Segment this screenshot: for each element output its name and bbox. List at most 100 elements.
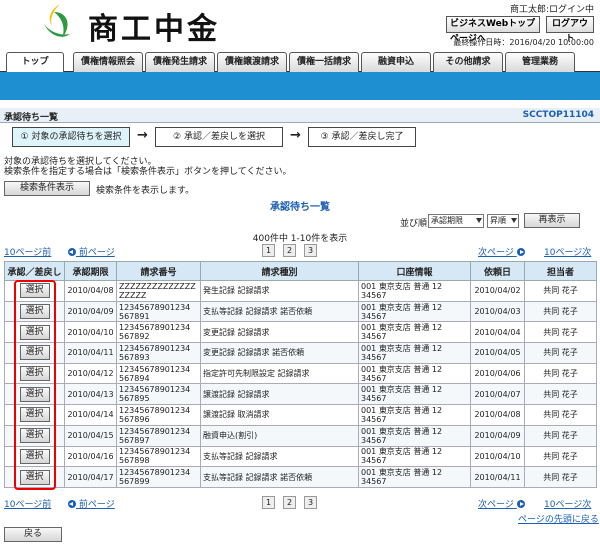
header: 商工中金 商工太郎:ログイン中 ビジネスWebトップページへ ログアウト 最終操… [0,0,600,50]
prev-page-link[interactable]: 前ページ [68,497,115,510]
tab-bulk-request[interactable]: 債権一括請求 [289,52,359,72]
prev-page-label: 前ページ [78,248,115,258]
select-cell: 選択 [4,321,65,344]
back-to-top-link[interactable]: ページの先頭に戻る [518,512,599,525]
account-info-cell: 001 東京支店 普通 12 34567 [358,383,471,406]
select-button[interactable]: 選択 [19,407,50,423]
person-in-charge-cell: 共同 花子 [524,424,597,447]
column-header: 担当者 [524,261,597,281]
sort-label: 並び順: [400,219,431,229]
select-button[interactable]: 選択 [19,386,50,402]
request-number-cell: 12345678901234 567897 [116,424,201,447]
tab-admin[interactable]: 管理業務 [505,52,575,72]
person-in-charge-cell: 共同 花子 [524,280,597,302]
deadline-cell: 2010/04/17 [64,466,117,488]
deadline-cell: 2010/04/12 [64,362,117,385]
sort-field-value: 承認期限 [431,216,463,225]
table-row: 選択 2010/04/17 12345678901234 567899 支払等記録 記… [4,466,597,488]
select-cell: 選択 [4,300,65,323]
select-button[interactable]: 選択 [19,345,50,361]
select-button[interactable]: 選択 [19,324,50,340]
select-button[interactable]: 選択 [19,283,50,299]
account-info-cell: 001 東京支店 普通 12 34567 [358,362,471,385]
column-header: 依頼日 [470,261,525,281]
tab-bond-issue[interactable]: 債権発生請求 [145,52,215,72]
request-type-cell: 融資申込(割引) [200,424,359,447]
next-10-pages-link[interactable]: 10ページ次 [544,245,591,258]
request-date-cell: 2010/04/02 [470,280,525,302]
step-complete: ③ 承認／差戻し完了 [308,127,416,147]
next-page-link[interactable]: 次ページ [478,497,525,510]
page-number[interactable]: 3 [304,496,317,509]
request-number-cell: 12345678901234 567895 [116,383,201,406]
deadline-cell: 2010/04/10 [64,321,117,344]
table-row: 選択 2010/04/16 12345678901234 567898 支払等記録 記… [4,445,597,468]
prev-page-link[interactable]: 前ページ [68,245,115,258]
account-info-cell: 001 東京支店 普通 12 34567 [358,424,471,447]
page-number[interactable]: 2 [283,496,296,509]
select-button[interactable]: 選択 [19,304,50,320]
select-cell: 選択 [4,362,65,385]
instruction-line: 検索条件を指定する場合は「検索条件表示」ボタンを押してください。 [4,167,292,177]
column-header: 承認期限 [64,261,117,281]
column-header: 口座情報 [358,261,471,281]
screen-id: SCCTOP11104 [522,110,594,120]
redisplay-button[interactable]: 再表示 [524,213,580,228]
account-info-cell: 001 東京支店 普通 12 34567 [358,342,471,364]
table-row: 選択 2010/04/14 12345678901234 567896 譲渡記録 取消… [4,404,597,426]
back-button[interactable]: 戻る [4,527,62,542]
deadline-cell: 2010/04/11 [64,342,117,364]
request-date-cell: 2010/04/03 [470,300,525,323]
select-button[interactable]: 選択 [19,366,50,382]
next-page-link[interactable]: 次ページ [478,245,525,258]
arrow-right-icon [516,248,525,256]
tab-loan-application[interactable]: 融資申込 [361,52,431,72]
chevron-down-icon [476,218,482,223]
request-date-cell: 2010/04/04 [470,321,525,344]
request-number-cell: 12345678901234 567899 [116,466,201,488]
page-number[interactable]: 1 [262,244,275,257]
table-row: 選択 2010/04/11 12345678901234 567893 変更記録 記録… [4,342,597,364]
request-number-cell: 12345678901234 567898 [116,445,201,468]
select-cell: 選択 [4,466,65,488]
result-count: 400件中 1-10件を表示 [252,234,348,244]
sort-field-select[interactable]: 承認期限 [428,214,484,228]
prev-10-pages-link[interactable]: 10ページ前 [4,245,51,258]
step-arrow-icon: → [290,128,301,143]
prev-10-pages-link[interactable]: 10ページ前 [4,497,51,510]
logo-text: 商工中金 [88,12,220,47]
request-type-cell: 譲渡記録 記録請求 [200,383,359,406]
deadline-cell: 2010/04/15 [64,424,117,447]
page-number[interactable]: 2 [283,244,296,257]
show-search-conditions-button[interactable]: 検索条件表示 [4,181,90,196]
page-number[interactable]: 1 [262,496,275,509]
deadline-cell: 2010/04/14 [64,404,117,426]
select-cell: 選択 [4,383,65,406]
request-type-cell: 支払等記録 記録請求 諾否依頼 [200,466,359,488]
step-arrow-icon: → [137,128,148,143]
tab-top[interactable]: トップ [6,52,64,72]
next-10-pages-link[interactable]: 10ページ次 [544,497,591,510]
column-header: 請求番号 [116,261,201,281]
select-button[interactable]: 選択 [19,428,50,444]
page-number[interactable]: 3 [304,244,317,257]
step-approve-reject: ② 承認／差戻しを選択 [155,127,283,147]
arrow-left-icon [68,248,76,256]
select-button[interactable]: 選択 [19,469,50,485]
approval-table: 承認／差戻し 承認期限 請求番号 請求種別 口座情報 依頼日 担当者 選択 201… [4,261,597,488]
logout-button[interactable]: ログアウト [546,16,594,44]
sort-order-select[interactable]: 昇順 [487,214,519,228]
select-cell: 選択 [4,280,65,302]
tab-bond-inquiry[interactable]: 債権情報照会 [73,52,143,72]
request-date-cell: 2010/04/06 [470,362,525,385]
business-web-top-button[interactable]: ビジネスWebトップページへ [446,16,540,44]
arrow-right-icon [516,500,525,508]
page-title-bar: 承認待ち一覧 SCCTOP11104 [0,108,600,123]
select-button[interactable]: 選択 [19,448,50,464]
request-date-cell: 2010/04/10 [470,445,525,468]
tab-bond-transfer[interactable]: 債権譲渡請求 [217,52,287,72]
tab-other-requests[interactable]: その他請求 [433,52,503,72]
select-cell: 選択 [4,445,65,468]
person-in-charge-cell: 共同 花子 [524,321,597,344]
deadline-cell: 2010/04/13 [64,383,117,406]
